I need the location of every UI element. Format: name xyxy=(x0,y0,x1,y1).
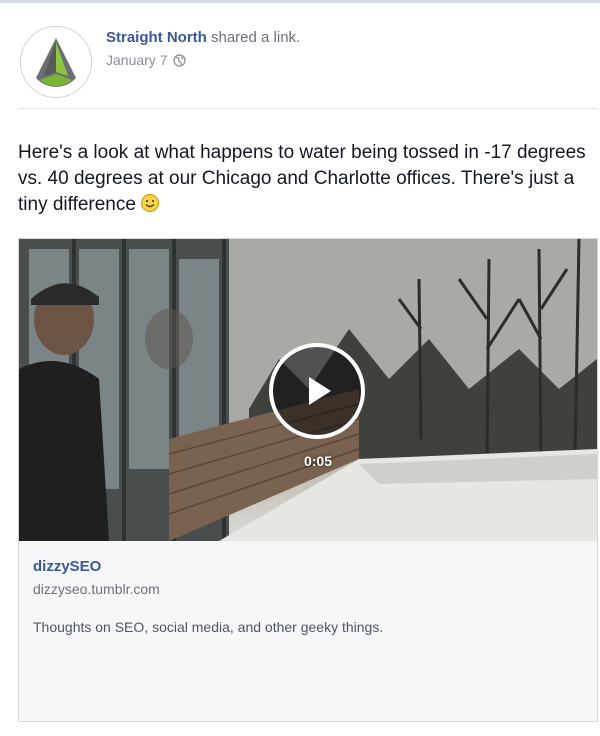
play-button[interactable] xyxy=(269,343,365,439)
post-header: Straight North shared a link. January 7 xyxy=(18,16,598,104)
link-title[interactable]: dizzySEO xyxy=(33,558,101,575)
post-meta: Straight North shared a link. January 7 xyxy=(106,28,300,68)
feed-post: Straight North shared a link. January 7 … xyxy=(18,16,598,722)
post-timestamp-row: January 7 xyxy=(106,52,300,68)
link-domain: dizzyseo.tumblr.com xyxy=(33,581,160,597)
video-duration: 0:05 xyxy=(303,453,333,469)
video-thumbnail[interactable]: 0:05 xyxy=(19,239,597,541)
post-message-text: Here's a look at what happens to water b… xyxy=(18,142,586,215)
smiley-icon xyxy=(140,193,160,221)
header-divider xyxy=(18,108,598,109)
link-attachment[interactable]: 0:05 dizzySEO dizzyseo.tumblr.com Though… xyxy=(18,238,598,722)
straight-north-logo-icon xyxy=(29,35,83,89)
post-byline: Straight North shared a link. xyxy=(106,28,300,48)
avatar[interactable] xyxy=(20,26,92,98)
author-link[interactable]: Straight North xyxy=(106,29,207,46)
post-date[interactable]: January 7 xyxy=(106,52,167,68)
link-info: dizzySEO dizzyseo.tumblr.com Thoughts on… xyxy=(33,557,585,635)
globe-icon[interactable] xyxy=(173,53,187,67)
link-description: Thoughts on SEO, social media, and other… xyxy=(33,619,384,635)
post-message: Here's a look at what happens to water b… xyxy=(18,140,598,221)
top-divider xyxy=(0,0,600,3)
play-icon xyxy=(309,377,331,405)
post-action-text: shared a link. xyxy=(206,29,301,46)
